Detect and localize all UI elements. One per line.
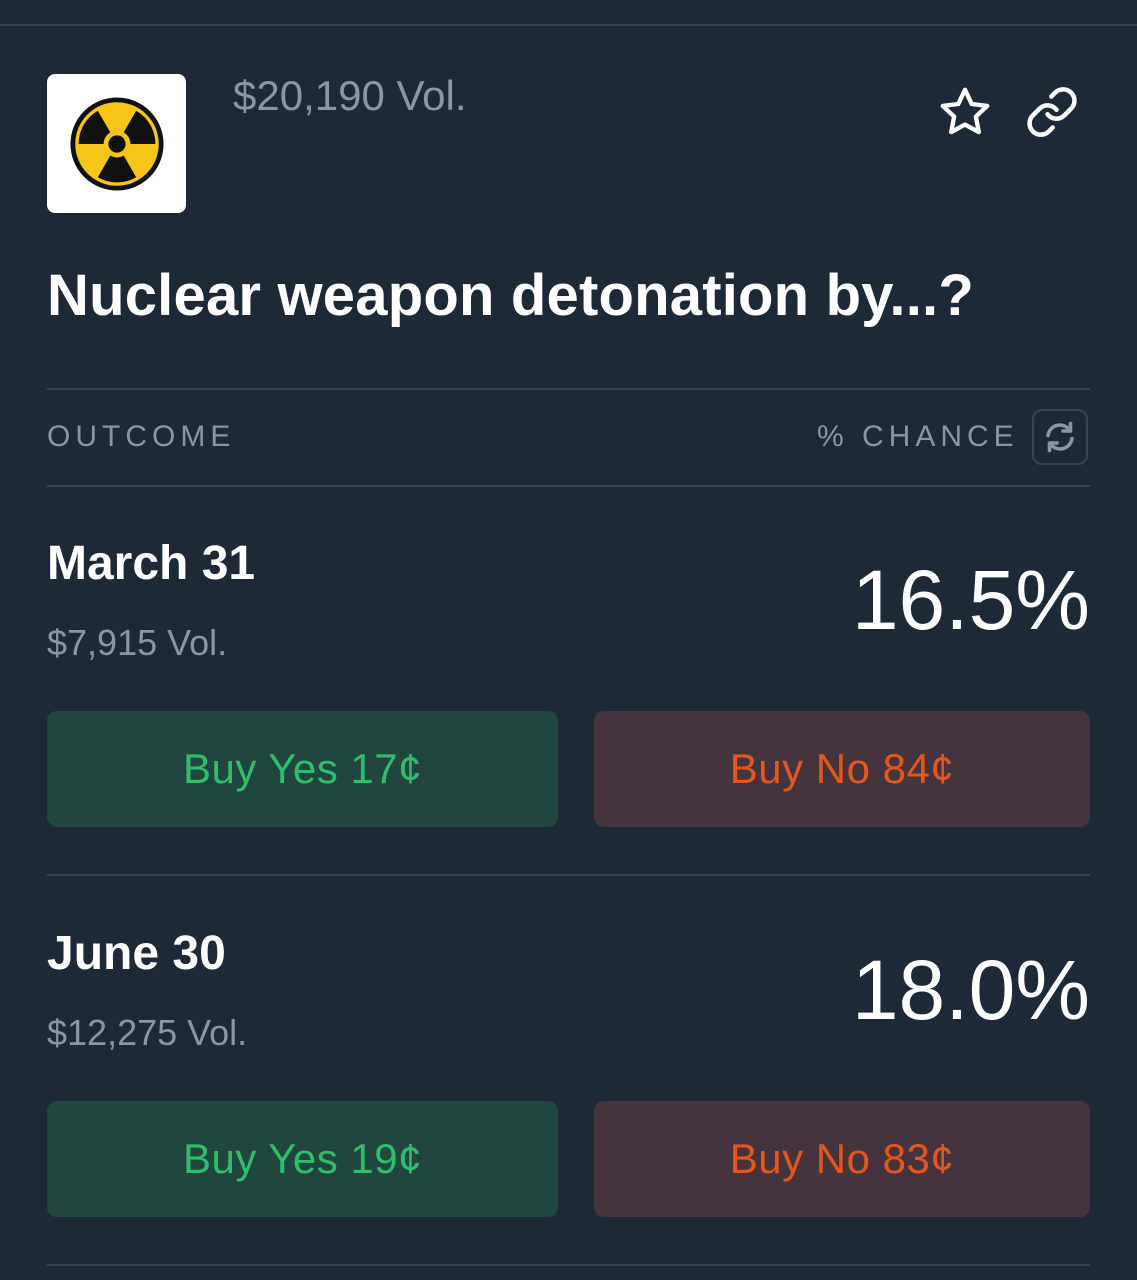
market-volume: $20,190 Vol. bbox=[233, 72, 467, 119]
buy-yes-button[interactable]: Buy Yes 17¢ bbox=[47, 711, 558, 827]
buy-yes-button[interactable]: Buy Yes 19¢ bbox=[47, 1101, 558, 1217]
outcome-label: March 31 bbox=[47, 537, 256, 590]
top-divider bbox=[0, 24, 1137, 26]
row-divider bbox=[47, 874, 1090, 876]
refresh-icon bbox=[1046, 421, 1074, 453]
outcome-column-header: OUTCOME bbox=[47, 420, 236, 453]
header-divider-bottom bbox=[47, 485, 1090, 487]
row-divider bbox=[47, 1264, 1090, 1266]
outcome-chance: 18.0% bbox=[851, 943, 1090, 1037]
refresh-button[interactable] bbox=[1032, 409, 1088, 465]
buy-no-button[interactable]: Buy No 84¢ bbox=[594, 711, 1090, 827]
radiation-icon bbox=[69, 96, 164, 191]
star-icon bbox=[940, 87, 990, 135]
buy-no-button[interactable]: Buy No 83¢ bbox=[594, 1101, 1090, 1217]
market-title: Nuclear weapon detonation by...? bbox=[47, 263, 974, 328]
outcome-volume: $7,915 Vol. bbox=[47, 622, 228, 663]
header-divider-top bbox=[47, 388, 1090, 390]
outcome-volume: $12,275 Vol. bbox=[47, 1012, 248, 1053]
outcome-chance: 16.5% bbox=[851, 553, 1090, 647]
market-logo bbox=[47, 74, 186, 213]
chance-column-header: % CHANCE bbox=[817, 420, 1019, 453]
market-card: $20,190 Vol. Nuclear weapon detonation b… bbox=[0, 0, 1137, 1280]
outcome-label: June 30 bbox=[47, 927, 226, 980]
favorite-button[interactable] bbox=[933, 80, 997, 144]
share-link-button[interactable] bbox=[1020, 80, 1084, 144]
link-icon bbox=[1027, 87, 1077, 137]
